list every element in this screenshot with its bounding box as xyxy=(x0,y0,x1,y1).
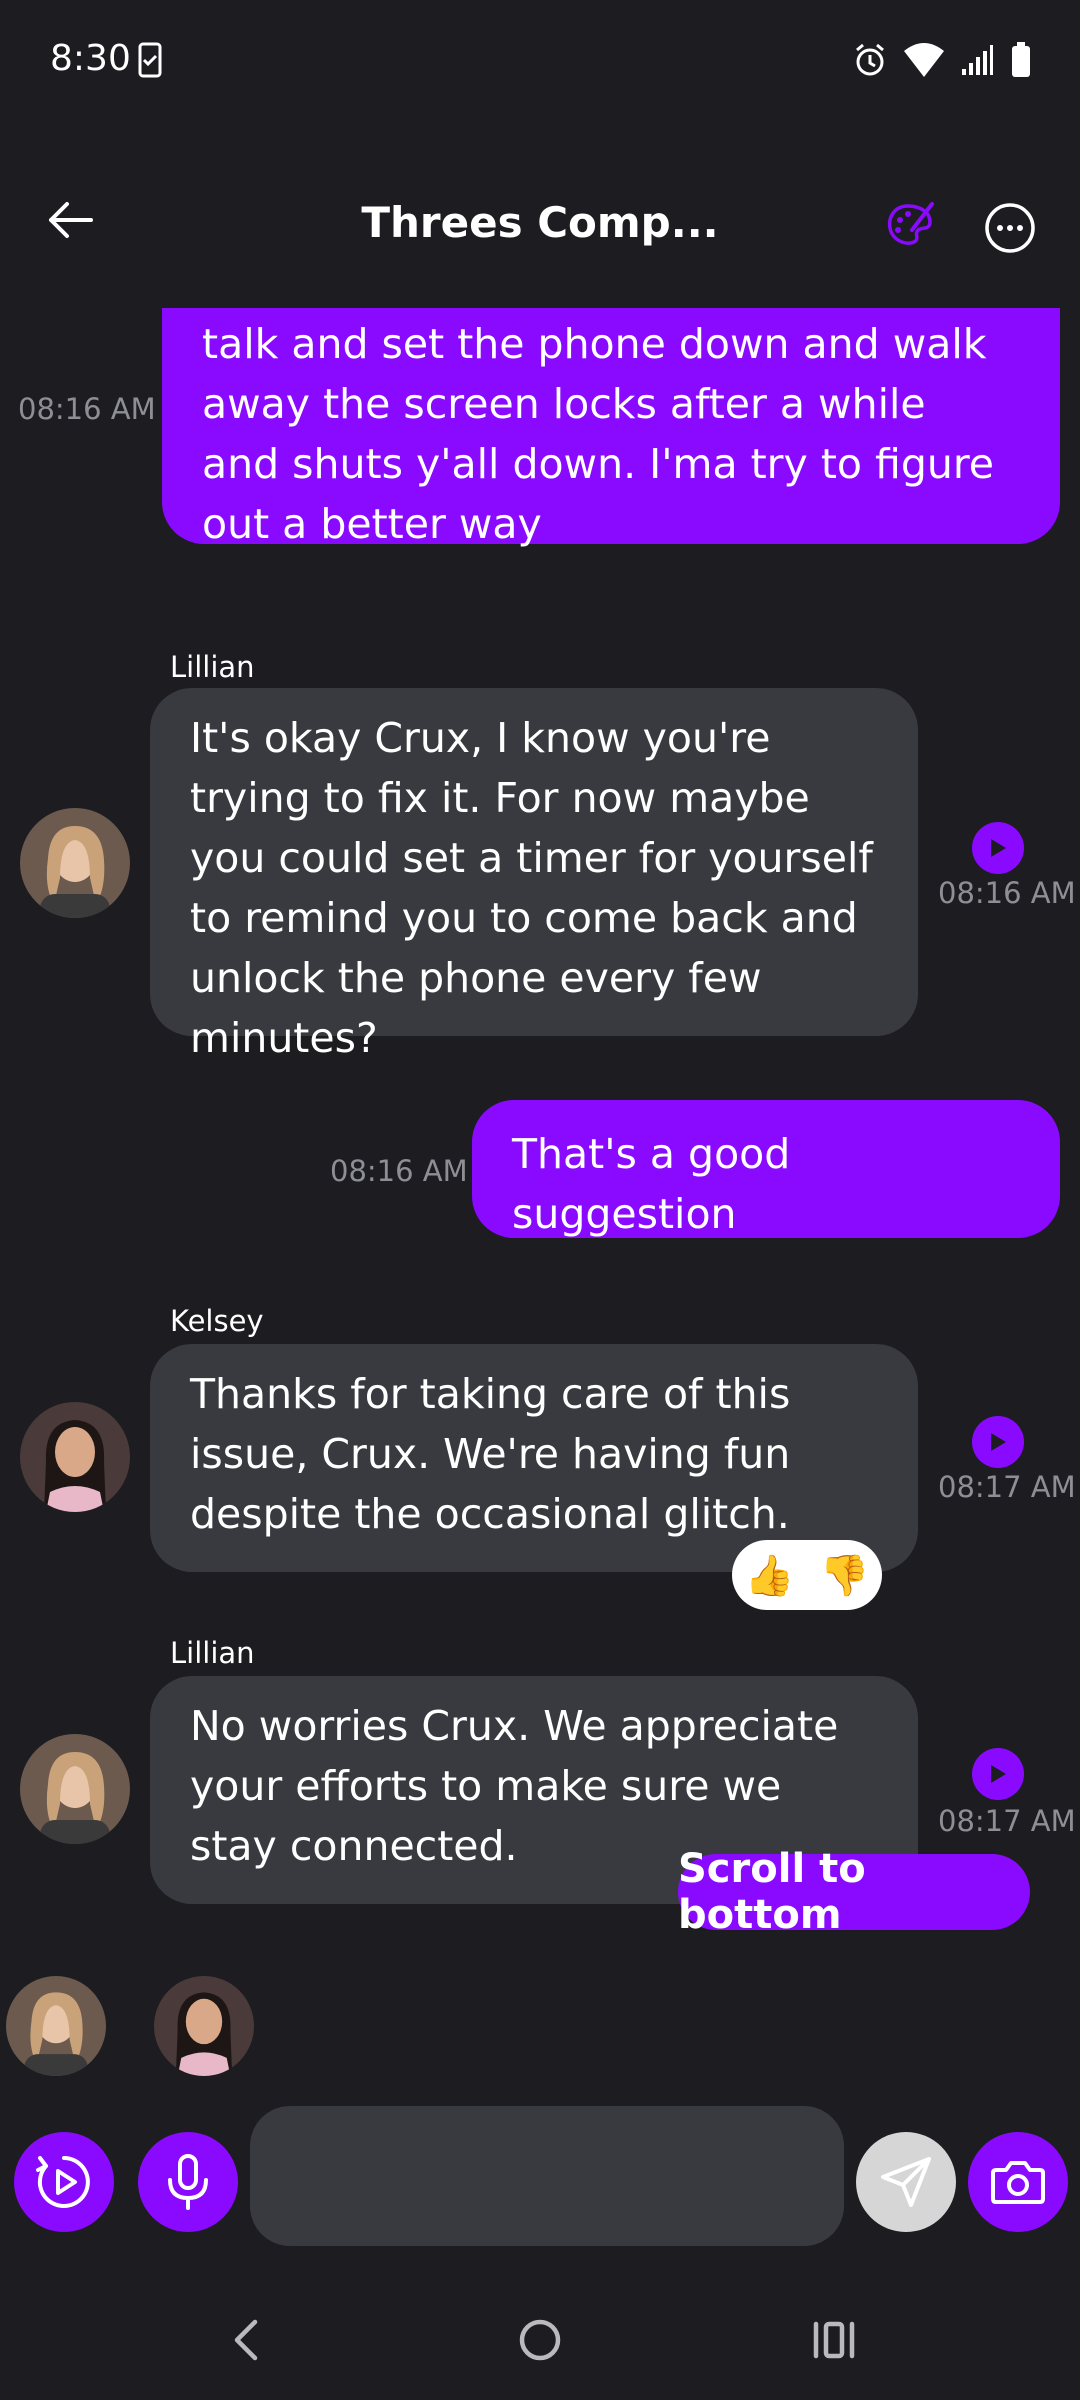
avatar-kelsey[interactable] xyxy=(20,1402,130,1512)
message-text: It's okay Crux, I know you're trying to … xyxy=(190,714,873,1062)
battery-icon xyxy=(1010,42,1032,82)
avatar-lillian[interactable] xyxy=(20,808,130,918)
more-options-button[interactable] xyxy=(980,198,1040,258)
camera-button[interactable] xyxy=(968,2132,1068,2232)
thumbs-up-button[interactable]: 👍 xyxy=(745,1552,795,1599)
nav-recents-button[interactable] xyxy=(804,2310,864,2370)
voice-record-button[interactable] xyxy=(138,2132,238,2232)
message-timestamp: 08:16 AM xyxy=(938,876,1076,910)
message-text: talk and set the phone down and walk awa… xyxy=(202,320,995,548)
status-icons xyxy=(852,42,1032,82)
outgoing-message-bubble[interactable]: talk and set the phone down and walk awa… xyxy=(162,308,1060,548)
avatar-lillian[interactable] xyxy=(20,1734,130,1844)
sender-name: Lillian xyxy=(170,1636,255,1670)
home-circle-icon xyxy=(519,2319,561,2361)
incoming-message-bubble[interactable]: Thanks for taking care of this issue, Cr… xyxy=(150,1344,918,1572)
nav-home-button[interactable] xyxy=(510,2310,570,2370)
message-timestamp: 08:17 AM xyxy=(938,1470,1076,1504)
microphone-icon xyxy=(168,2154,208,2210)
play-audio-button[interactable] xyxy=(972,1416,1024,1468)
send-button[interactable] xyxy=(856,2132,956,2232)
message-timestamp: 08:16 AM xyxy=(18,392,156,426)
play-icon xyxy=(991,839,1006,857)
recents-icon xyxy=(813,2321,855,2359)
play-icon xyxy=(991,1433,1006,1451)
send-icon xyxy=(881,2157,931,2207)
incoming-message-bubble[interactable]: It's okay Crux, I know you're trying to … xyxy=(150,688,918,1062)
message-text: That's a good suggestion xyxy=(512,1130,791,1238)
message-timestamp: 08:17 AM xyxy=(938,1804,1076,1838)
play-icon xyxy=(991,1765,1006,1783)
clipboard-check-icon xyxy=(138,42,162,82)
participant-avatar-kelsey[interactable] xyxy=(154,1976,254,2076)
scroll-to-bottom-button[interactable]: Scroll to bottom xyxy=(678,1846,1030,1938)
participant-avatar-lillian[interactable] xyxy=(6,1976,106,2076)
reaction-bar: 👍 👎 xyxy=(732,1540,882,1610)
message-timestamp: 08:16 AM xyxy=(330,1154,468,1188)
more-horizontal-icon xyxy=(985,203,1035,253)
camera-icon xyxy=(991,2161,1045,2204)
nav-back-button[interactable] xyxy=(216,2310,276,2370)
palette-icon xyxy=(887,202,934,245)
video-play-button[interactable] xyxy=(14,2132,114,2232)
play-audio-button[interactable] xyxy=(972,1748,1024,1800)
sender-name: Lillian xyxy=(170,650,255,684)
thumbs-down-button[interactable]: 👎 xyxy=(820,1552,870,1599)
message-input[interactable] xyxy=(250,2106,844,2246)
outgoing-message-bubble[interactable]: That's a good suggestion xyxy=(472,1100,1060,1238)
alarm-icon xyxy=(852,42,888,82)
wifi-icon xyxy=(904,43,944,81)
message-list[interactable]: 08:16 AM talk and set the phone down and… xyxy=(0,308,1080,1968)
chevron-left-icon xyxy=(234,2319,258,2361)
sender-name: Kelsey xyxy=(170,1304,264,1338)
play-circle-icon xyxy=(36,2156,90,2208)
theme-palette-button[interactable] xyxy=(880,196,940,256)
message-text: Thanks for taking care of this issue, Cr… xyxy=(190,1370,791,1538)
play-audio-button[interactable] xyxy=(972,822,1024,874)
signal-icon xyxy=(960,43,994,81)
status-time: 8:30 xyxy=(50,38,131,79)
